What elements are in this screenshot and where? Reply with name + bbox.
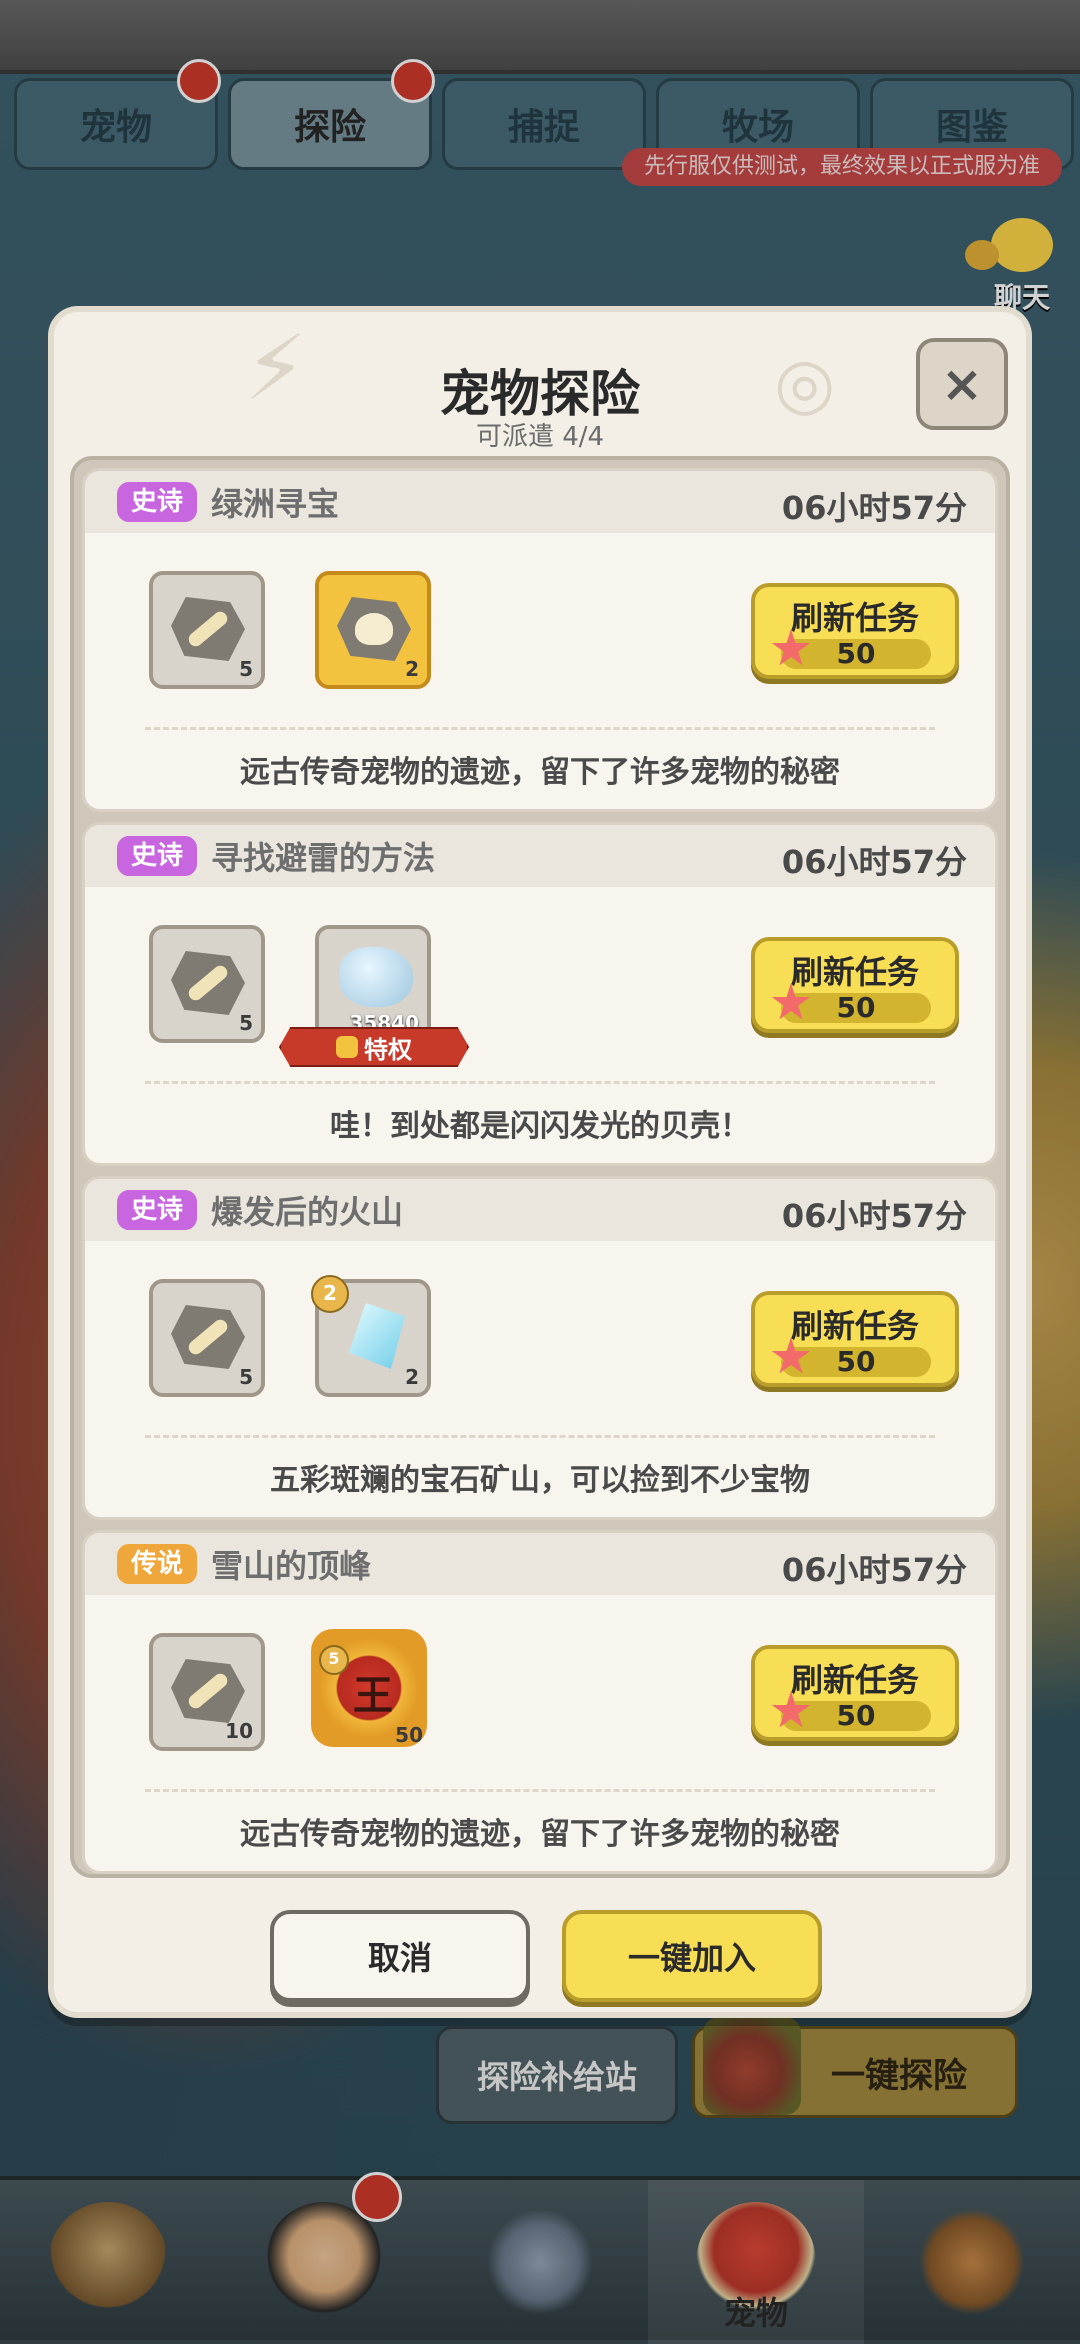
bone-stone-icon	[171, 1659, 245, 1723]
cancel-button[interactable]: 取消	[270, 1910, 530, 2002]
refresh-cost: 50	[771, 629, 931, 670]
reward-count: 50	[395, 1723, 423, 1747]
task-card[interactable]: 传说 雪山的顶峰 06小时57分 10 王 5 50 刷新任务 50 远古传奇宠…	[82, 1530, 998, 1874]
divider	[145, 1789, 935, 1792]
shell-icon	[339, 947, 413, 1007]
task-header: 史诗 寻找避雷的方法 06小时57分	[85, 825, 995, 887]
close-button[interactable]: ×	[916, 338, 1008, 430]
level-badge: 5	[319, 1645, 349, 1675]
refresh-task-button[interactable]: 刷新任务 50	[751, 1291, 959, 1387]
bone-stone-icon	[171, 1305, 245, 1369]
task-card[interactable]: 史诗 爆发后的火山 06小时57分 5 2 2 刷新任务 50 五彩斑斓的宝石矿…	[82, 1176, 998, 1520]
cost-value: 50	[836, 1699, 876, 1732]
medal-glyph: 王	[353, 1673, 393, 1719]
task-description: 远古传奇宠物的遗迹，留下了许多宠物的秘密	[240, 755, 840, 790]
refresh-cost: 50	[771, 1691, 931, 1732]
privilege-icon	[336, 1036, 358, 1058]
refresh-task-button[interactable]: 刷新任务 50	[751, 937, 959, 1033]
pet-expedition-dialog: ⚡ ◎ 宠物探险 可派遣 4/4 × 史诗 绿洲寻宝 06小时57分 5 2 刷…	[48, 306, 1032, 2018]
rarity-badge: 史诗	[117, 836, 198, 876]
reward-item[interactable]: 2	[315, 571, 431, 689]
task-name: 爆发后的火山	[211, 1193, 404, 1231]
task-time: 06小时57分	[781, 489, 967, 527]
cost-value: 50	[836, 991, 876, 1024]
dispatch-count: 可派遣 4/4	[475, 422, 605, 452]
rarity-badge: 史诗	[117, 1190, 198, 1230]
privilege-label: 特权	[364, 1035, 412, 1064]
reward-count: 2	[405, 1365, 419, 1389]
level-badge: 2	[311, 1275, 349, 1313]
task-card[interactable]: 史诗 寻找避雷的方法 06小时57分 5 35840 特权 刷新任务 50 哇！…	[82, 822, 998, 1166]
reward-count: 5	[239, 1365, 253, 1389]
refresh-label: 刷新任务	[790, 1307, 919, 1345]
privilege-ribbon: 特权	[279, 1027, 469, 1067]
refresh-label: 刷新任务	[790, 599, 919, 637]
task-name: 寻找避雷的方法	[211, 839, 436, 877]
divider	[145, 1435, 935, 1438]
refresh-task-button[interactable]: 刷新任务 50	[751, 583, 959, 679]
reward-item[interactable]: 5	[149, 571, 265, 689]
refresh-task-button[interactable]: 刷新任务 50	[751, 1645, 959, 1741]
refresh-label: 刷新任务	[790, 1661, 919, 1699]
task-header: 史诗 爆发后的火山 06小时57分	[85, 1179, 995, 1241]
task-header: 史诗 绿洲寻宝 06小时57分	[85, 471, 995, 533]
bone-stone-icon	[171, 951, 245, 1015]
rarity-badge: 传说	[117, 1544, 198, 1584]
divider	[145, 1081, 935, 1084]
reward-count: 5	[239, 1011, 253, 1035]
reward-count: 10	[225, 1719, 253, 1743]
reward-item[interactable]: 5	[149, 1279, 265, 1397]
task-time: 06小时57分	[781, 1551, 967, 1589]
divider	[145, 727, 935, 730]
task-card[interactable]: 史诗 绿洲寻宝 06小时57分 5 2 刷新任务 50 远古传奇宠物的遗迹，留下…	[82, 468, 998, 812]
reward-item[interactable]: 5	[149, 925, 265, 1043]
close-icon: ×	[941, 355, 983, 413]
crystal-icon	[349, 1303, 405, 1369]
cost-value: 50	[836, 1345, 876, 1378]
refresh-cost: 50	[771, 983, 931, 1024]
task-description: 远古传奇宠物的遗迹，留下了许多宠物的秘密	[240, 1817, 840, 1852]
reward-item[interactable]: 35840 特权	[279, 925, 469, 1067]
task-time: 06小时57分	[781, 1197, 967, 1235]
reward-count: 2	[405, 657, 419, 681]
cost-value: 50	[836, 637, 876, 670]
task-list: 史诗 绿洲寻宝 06小时57分 5 2 刷新任务 50 远古传奇宠物的遗迹，留下…	[70, 456, 1010, 1878]
reward-count: 5	[239, 657, 253, 681]
task-name: 雪山的顶峰	[211, 1547, 372, 1585]
task-description: 哇！到处都是闪闪发光的贝壳！	[330, 1109, 750, 1144]
task-description: 五彩斑斓的宝石矿山，可以捡到不少宝物	[270, 1463, 810, 1498]
bone-stone-icon	[171, 597, 245, 661]
reward-item[interactable]: 2 2	[311, 1275, 431, 1397]
rarity-badge: 史诗	[117, 482, 198, 522]
task-header: 传说 雪山的顶峰 06小时57分	[85, 1533, 995, 1595]
join-all-button[interactable]: 一键加入	[562, 1910, 822, 2002]
refresh-cost: 50	[771, 1337, 931, 1378]
task-name: 绿洲寻宝	[211, 485, 340, 523]
task-time: 06小时57分	[781, 843, 967, 881]
reward-item[interactable]: 王 5 50	[311, 1629, 431, 1751]
reward-item[interactable]: 10	[149, 1633, 265, 1751]
refresh-label: 刷新任务	[790, 953, 919, 991]
skull-stone-icon	[337, 597, 411, 661]
